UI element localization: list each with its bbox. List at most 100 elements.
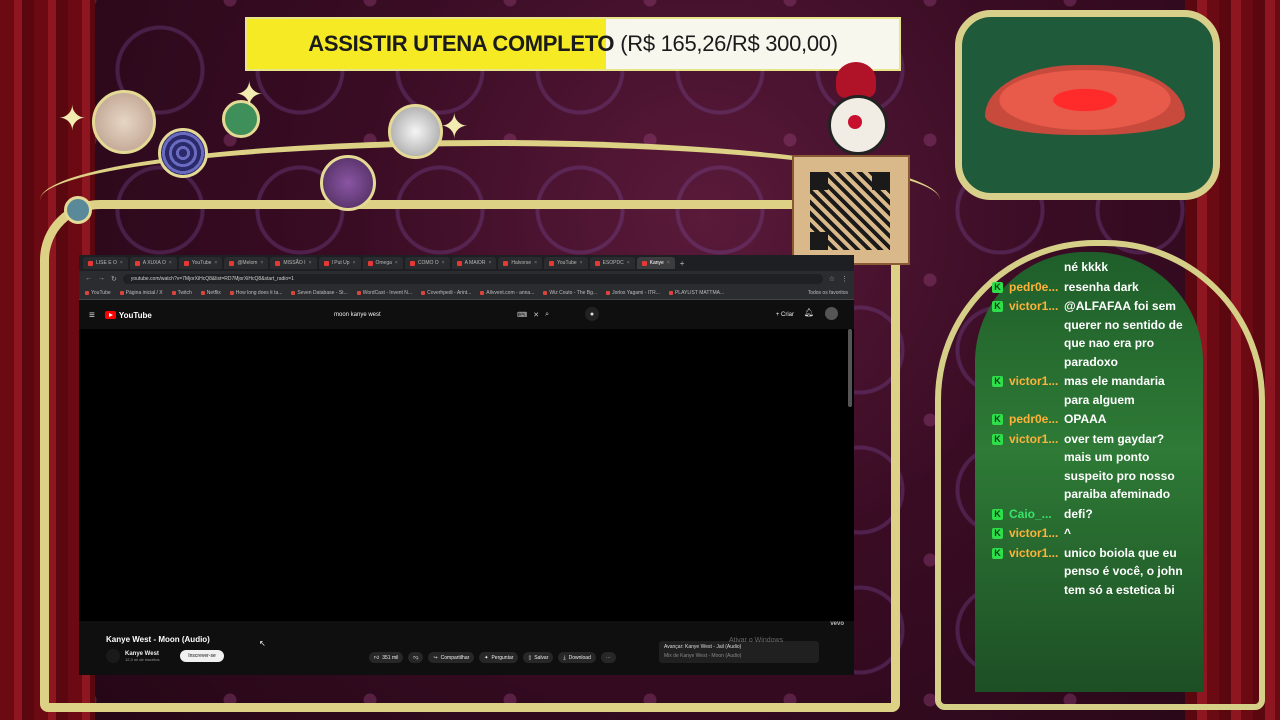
keyboard-icon[interactable]: ⌨ [517,311,527,319]
extensions-icon[interactable]: ⋮ [841,275,848,283]
tab-close-icon[interactable]: × [309,260,312,266]
tab-close-icon[interactable]: × [580,260,583,266]
search-icon[interactable]: ⌕ [545,311,549,319]
browser-tab[interactable]: MISSÃO I × [270,257,317,269]
youtube-logo[interactable]: YouTube [104,311,152,320]
tab-close-icon[interactable]: × [353,260,356,266]
tab-label: YouTube [191,260,212,266]
chat-username[interactable]: victor1... [1009,297,1064,371]
share-button[interactable]: ↪ Compartilhar [428,652,475,663]
tab-close-icon[interactable]: × [627,260,630,266]
bookmark-item[interactable]: How long does it ta... [229,289,283,296]
browser-tab[interactable]: A XUXA O × [129,257,177,269]
like-button[interactable]: 👍︎ 351 mil [369,652,404,663]
tab-close-icon[interactable]: × [395,260,398,266]
dislike-button[interactable]: 👎︎ [408,652,424,663]
back-icon[interactable]: ← [85,275,92,282]
tab-close-icon[interactable]: × [488,260,491,266]
browser-tab[interactable]: ESOPDC × [589,257,635,269]
tab-label: A XUXA O [142,260,166,266]
chat-list: né kkkk Kpedr0e... resenha dark Kvictor1...… [992,258,1192,600]
save-button[interactable]: ▯ Salvar [523,652,554,663]
browser-tab[interactable]: Kanye × [636,257,675,269]
ask-button[interactable]: ✦ Perguntar [479,652,519,663]
tab-favicon-icon [641,260,647,266]
subscribe-button[interactable]: Inscrever-se [180,650,224,662]
tab-close-icon[interactable]: × [534,260,537,266]
video-player[interactable]: vevo [79,329,854,627]
bookmark-star-icon[interactable]: ☆ [829,275,835,283]
browser-tab[interactable]: I Put Up × [318,257,361,269]
tab-label: Kanye [649,260,664,266]
video-title: Kanye West - Moon (Audio) [106,635,210,644]
bookmark-label: How long does it ta... [235,289,283,296]
channel-avatar[interactable] [106,649,120,663]
bookmark-item[interactable]: Jorlos Yagami - ITR... [606,290,660,296]
bookmark-favicon-icon [543,290,548,295]
chat-username[interactable] [1009,258,1064,277]
create-button[interactable]: + Criar [776,308,794,322]
bookmark-item[interactable]: Seven Database - St... [291,290,348,296]
chat-username[interactable]: victor1... [1009,430,1064,504]
up-next-card[interactable]: Avançar: Kanye West - Jail (Audio) Mix d… [659,641,819,663]
menu-icon[interactable]: ≡ [89,310,95,321]
goal-banner: ASSISTIR UTENA COMPLETO (R$ 165,26/R$ 30… [245,17,901,71]
chat-username[interactable]: Caio_... [1009,505,1064,524]
bookmark-item[interactable]: WordCast - Invent N... [356,290,412,296]
bookmark-item[interactable]: Coverhpedi - Arint... [421,290,471,296]
all-bookmarks-folder[interactable]: Todos os favoritos [808,290,848,296]
tab-close-icon[interactable]: × [667,260,670,266]
search-input[interactable]: moon kanye west [334,312,511,318]
tab-close-icon[interactable]: × [442,260,445,266]
video-actions: 👍︎ 351 mil 👎︎ ↪ Compartilhar ✦ Perguntar… [369,652,616,663]
bookmark-item[interactable]: Página inicial / X [119,290,163,296]
page-scrollbar[interactable] [848,329,852,407]
more-actions-button[interactable]: ⋯ [600,652,616,663]
new-tab-icon[interactable]: + [680,259,685,268]
tab-close-icon[interactable]: × [214,260,217,266]
chat-username[interactable]: pedr0e... [1009,278,1064,297]
clear-search-icon[interactable]: ✕ [533,311,539,319]
create-label: Criar [781,312,794,318]
url-field[interactable]: youtube.com/watch?v=7MjorXiHcQ8&list=RD7… [122,273,823,284]
bookmark-item[interactable]: Allvvent.com - anna... [480,290,534,296]
tab-close-icon[interactable]: × [169,260,172,266]
browser-tab[interactable]: Halvorse × [498,257,543,269]
bookmark-item[interactable]: PLAYLIST MATTMA... [668,290,724,296]
browser-tab[interactable]: COMO O × [404,257,450,269]
browser-tab[interactable]: @Melom × [224,257,269,269]
bookmark-favicon-icon [200,290,205,295]
chat-username[interactable]: victor1... [1009,372,1064,409]
tab-favicon-icon [183,260,189,266]
bookmark-item[interactable]: Wiz Couto - The Bg... [543,290,597,296]
bookmark-favicon-icon [229,290,234,295]
windows-activation-notice: Ativar o Windows [729,637,784,644]
chat-username[interactable]: victor1... [1009,524,1064,543]
download-button[interactable]: ⤓ Download [558,652,596,663]
bookmark-favicon-icon [356,290,361,295]
bookmark-item[interactable]: Twitch [171,290,192,296]
tab-close-icon[interactable]: × [260,260,263,266]
youtube-header: ≡ YouTube moon kanye west ⌨ ✕ ⌕ ● + Cria… [79,300,854,330]
avatar-4 [388,104,443,159]
tab-close-icon[interactable]: × [120,260,123,266]
bookmark-item[interactable]: YouTube [85,290,111,296]
tab-favicon-icon [594,260,600,266]
search-box[interactable]: moon kanye west ⌨ ✕ ⌕ [334,308,549,322]
browser-tab[interactable]: YouTube × [178,257,223,269]
forward-icon[interactable]: → [98,275,105,282]
browser-tab[interactable]: LISE E O × [83,257,128,269]
reload-icon[interactable]: ↻ [111,275,117,283]
chat-username[interactable]: pedr0e... [1009,410,1064,429]
tab-favicon-icon [456,260,462,266]
account-avatar[interactable] [825,307,838,320]
browser-window: LISE E O × A XUXA O × YouTube × @Melom × MISSÃO … [79,255,854,675]
chat-username[interactable]: victor1... [1009,544,1064,600]
channel-name[interactable]: Kanye West [125,651,159,657]
microphone-icon[interactable]: ● [585,307,599,321]
notifications-bell-icon[interactable]: 🔔︎ [804,308,814,317]
browser-tab[interactable]: Omega × [362,257,403,269]
bookmark-item[interactable]: Netflix [200,290,221,296]
browser-tab[interactable]: A MAIOR × [451,257,497,269]
browser-tab[interactable]: YouTube × [544,257,588,269]
